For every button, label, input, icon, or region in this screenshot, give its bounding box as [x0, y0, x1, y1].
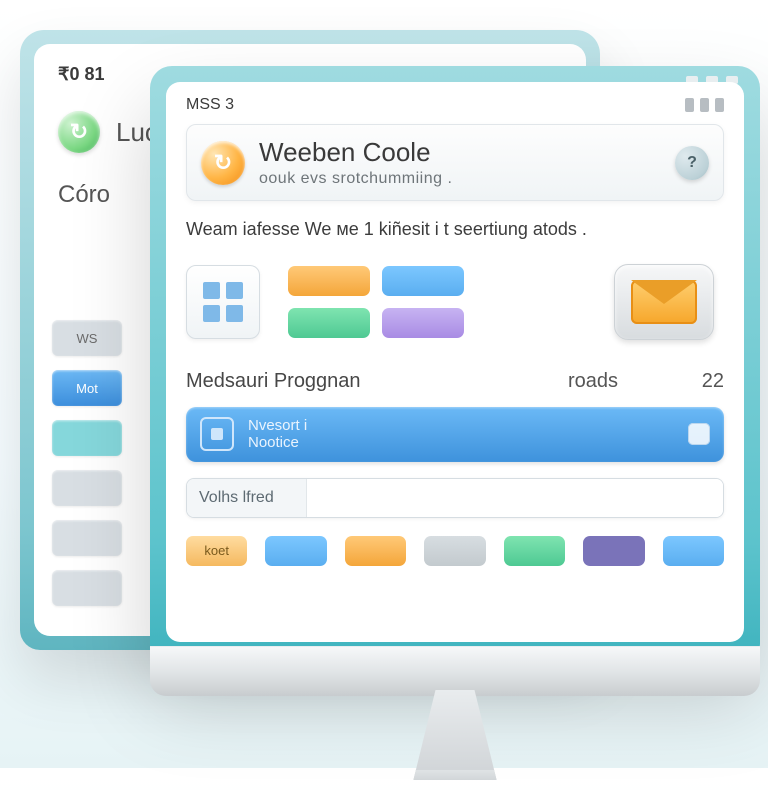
- bswatch-green[interactable]: [504, 536, 565, 566]
- bottom-swatch-row: koet: [186, 536, 724, 566]
- swatch-blue[interactable]: [382, 266, 464, 296]
- monitor-chin: [150, 646, 760, 696]
- refresh-icon[interactable]: [58, 111, 100, 153]
- status-dot: [700, 98, 709, 112]
- front-monitor: MSS 3 Weeben Coole oouk evs srotchummiin…: [150, 66, 760, 662]
- bswatch-grey[interactable]: [424, 536, 485, 566]
- feature-row: [186, 264, 724, 340]
- sidebar-item-4[interactable]: [52, 520, 122, 556]
- page-title: Weeben Coole: [259, 137, 452, 168]
- monitor-stand: [390, 690, 520, 780]
- grid-icon: [203, 282, 243, 322]
- bswatch-blue2[interactable]: [663, 536, 724, 566]
- back-sidebar: WS Mot: [52, 320, 122, 606]
- swatch-purple[interactable]: [382, 308, 464, 338]
- status-dot: [715, 98, 724, 112]
- sidebar-item-2[interactable]: [52, 420, 122, 456]
- help-button[interactable]: ?: [675, 146, 709, 180]
- notice-banner[interactable]: Nvesort i Nootice: [186, 407, 724, 462]
- sidebar-item-3[interactable]: [52, 470, 122, 506]
- input-row: Volhs lfred: [186, 478, 724, 518]
- intro-text: Weam iafesse We ме 1 kiñesit i t seertiu…: [186, 219, 724, 240]
- app-refresh-icon[interactable]: [201, 141, 245, 185]
- bswatch-blue[interactable]: [265, 536, 326, 566]
- sidebar-item-5[interactable]: [52, 570, 122, 606]
- main-input[interactable]: [307, 479, 723, 517]
- stats-col2: 22: [678, 370, 724, 393]
- front-timestamp: MSS 3: [186, 96, 234, 114]
- input-label: Volhs lfred: [187, 479, 307, 517]
- swatch-green[interactable]: [288, 308, 370, 338]
- front-screen: MSS 3 Weeben Coole oouk evs srotchummiin…: [166, 82, 744, 642]
- banner-end-chip[interactable]: [688, 423, 710, 445]
- sidebar-item-0[interactable]: WS: [52, 320, 122, 356]
- sidebar-item-1[interactable]: Mot: [52, 370, 122, 406]
- mail-icon: [631, 280, 697, 324]
- color-swatch-group: [288, 266, 464, 338]
- apps-grid-card[interactable]: [186, 265, 260, 339]
- mail-card[interactable]: [614, 264, 714, 340]
- bottom-chip[interactable]: koet: [186, 536, 247, 566]
- banner-line2: Nootice: [248, 434, 307, 451]
- page-subtitle: oouk evs srotchummiing .: [259, 170, 452, 188]
- square-stop-icon: [200, 417, 234, 451]
- stats-row: Medsauri Proggnan roads 22: [186, 370, 724, 393]
- bswatch-orange[interactable]: [345, 536, 406, 566]
- stats-col1: roads: [568, 370, 678, 393]
- status-dot: [685, 98, 694, 112]
- header-card: Weeben Coole oouk evs srotchummiing . ?: [186, 124, 724, 201]
- status-indicators: [685, 98, 724, 112]
- stats-label: Medsauri Proggnan: [186, 370, 568, 393]
- banner-line1: Nvesort i: [248, 417, 307, 434]
- swatch-orange[interactable]: [288, 266, 370, 296]
- bswatch-purple[interactable]: [583, 536, 644, 566]
